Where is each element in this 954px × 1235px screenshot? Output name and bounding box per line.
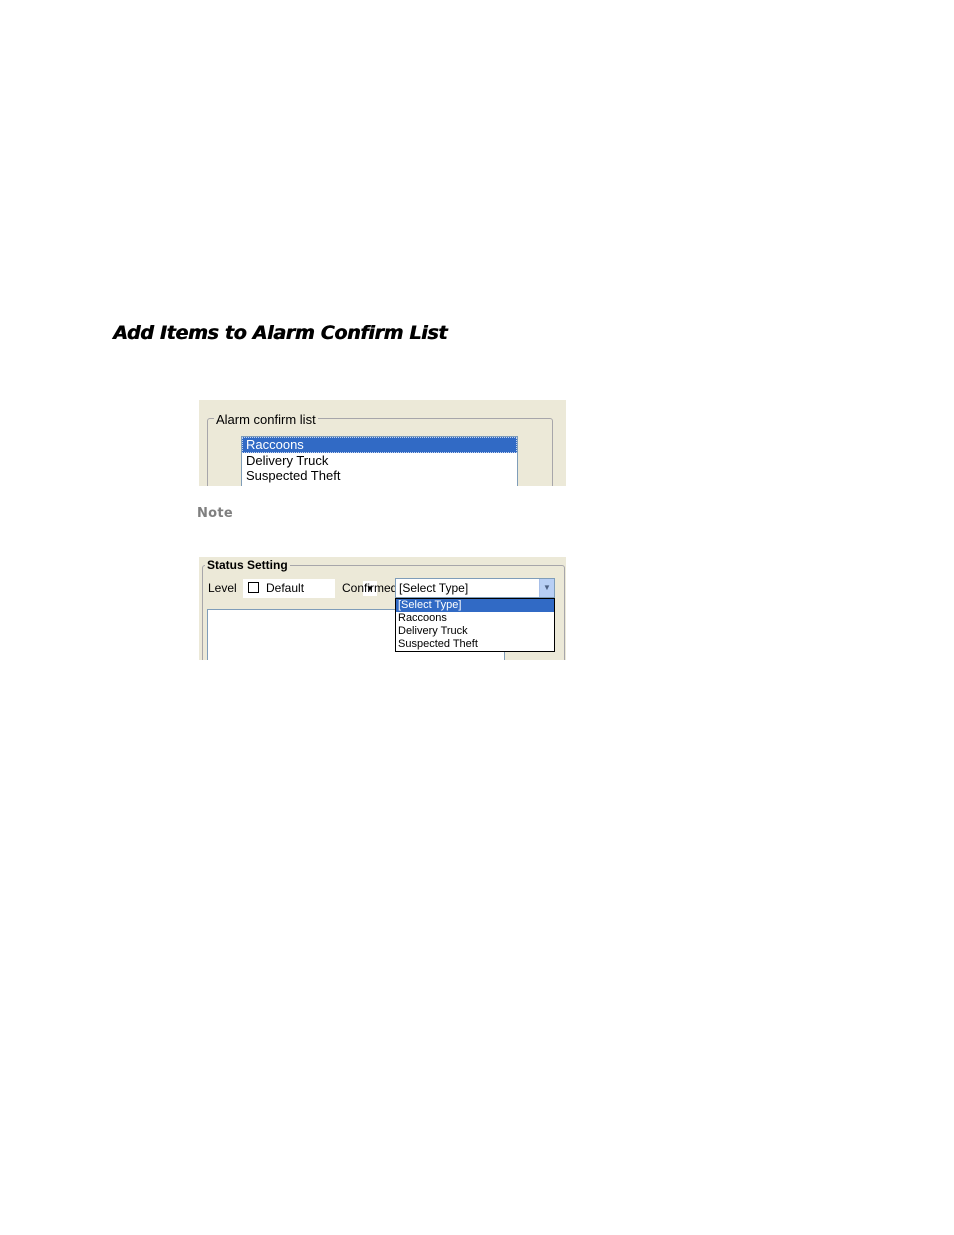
list-item[interactable]: Suspected Theft xyxy=(242,468,517,484)
list-item[interactable]: Delivery Truck xyxy=(242,453,517,469)
level-color-swatch xyxy=(248,582,259,593)
section-heading: Add Items to Alarm Confirm List xyxy=(113,322,448,344)
confirmed-type-dropdown[interactable]: [Select Type] Raccoons Delivery Truck Su… xyxy=(395,598,555,652)
confirmed-label: Confirmed xyxy=(342,581,398,595)
dropdown-option[interactable]: Raccoons xyxy=(396,612,554,625)
chevron-down-icon[interactable]: ▼ xyxy=(539,579,554,597)
level-select[interactable]: Default ▼ xyxy=(243,579,377,598)
level-value: Default xyxy=(266,581,305,595)
alarm-confirm-list-clip: Raccoons Delivery Truck Suspected Theft xyxy=(199,400,566,486)
alarm-confirm-listbox[interactable]: Raccoons Delivery Truck Suspected Theft xyxy=(241,436,518,486)
level-label: Level xyxy=(208,581,237,595)
confirmed-type-value: [Select Type] xyxy=(399,581,469,595)
status-setting-group-label: Status Setting xyxy=(205,558,290,572)
dropdown-option[interactable]: Delivery Truck xyxy=(396,625,554,638)
status-setting-screenshot: Status Setting Level Default ▼ Confirmed… xyxy=(199,557,566,660)
confirmed-type-select[interactable]: [Select Type] ▼ xyxy=(395,578,555,598)
dropdown-option[interactable]: Suspected Theft xyxy=(396,638,554,651)
note-label: Note xyxy=(197,506,234,521)
dropdown-option[interactable]: [Select Type] xyxy=(396,599,554,612)
list-item[interactable]: Raccoons xyxy=(242,437,517,453)
